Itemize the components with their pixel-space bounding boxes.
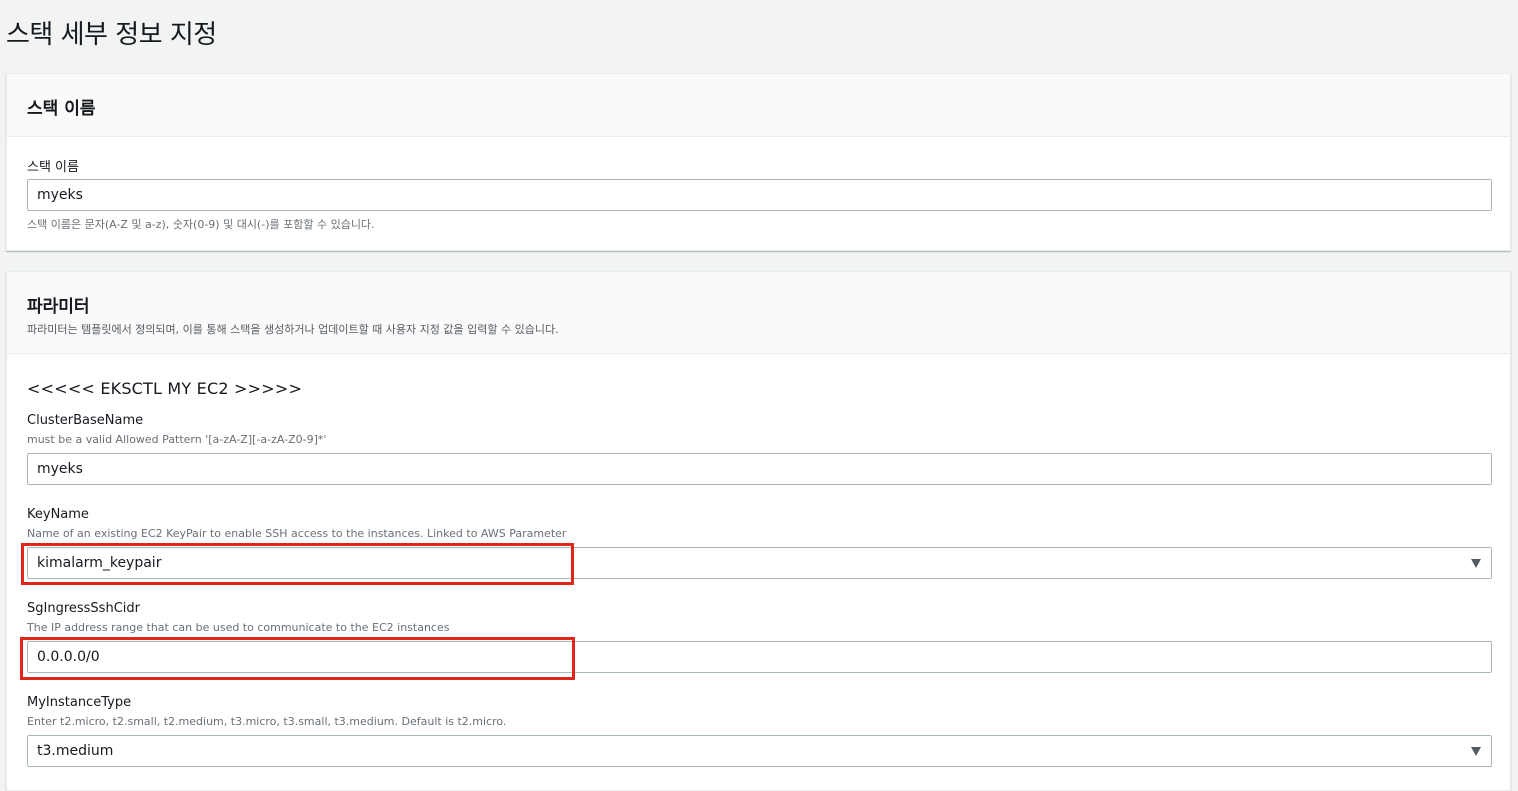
key-name-label: KeyName <box>27 507 89 522</box>
cluster-base-name-label: ClusterBaseName <box>27 413 144 428</box>
instance-type-value: t3.medium <box>37 743 114 759</box>
cluster-base-name-hint: must be a valid Allowed Pattern '[a-zA-Z… <box>27 433 327 446</box>
stack-name-label: 스택 이름 <box>27 160 79 175</box>
stack-name-input[interactable]: myeks <box>27 179 1492 211</box>
stack-name-panel: 스택 이름 스택 이름 myeks 스택 이름은 문자(A-Z 및 a-z), … <box>6 73 1511 251</box>
instance-type-select[interactable]: t3.medium <box>27 735 1492 767</box>
instance-type-label: MyInstanceType <box>27 695 132 710</box>
stack-name-panel-title: 스택 이름 <box>27 99 96 119</box>
parameter-group-title: <<<<< EKSCTL MY EC2 >>>>> <box>27 379 303 398</box>
parameters-panel-description: 파라미터는 템플릿에서 정의되며, 이를 통해 스택을 생성하거나 업데이트할 … <box>27 323 559 336</box>
sg-ingress-ssh-cidr-label: SgIngressSshCidr <box>27 601 140 616</box>
stack-name-hint: 스택 이름은 문자(A-Z 및 a-z), 숫자(0-9) 및 대시(-)를 포… <box>27 218 375 231</box>
key-name-hint: Name of an existing EC2 KeyPair to enabl… <box>27 527 567 540</box>
caret-down-icon <box>1471 559 1481 568</box>
key-name-highlight-box <box>21 543 574 585</box>
parameters-panel-title: 파라미터 <box>27 297 90 317</box>
sg-ingress-ssh-cidr-hint: The IP address range that can be used to… <box>27 621 450 634</box>
parameters-panel: 파라미터 파라미터는 템플릿에서 정의되며, 이를 통해 스택을 생성하거나 업… <box>6 271 1511 791</box>
cluster-base-name-input[interactable]: myeks <box>27 453 1492 485</box>
page-title: 스택 세부 정보 지정 <box>6 20 217 50</box>
instance-type-hint: Enter t2.micro, t2.small, t2.medium, t3.… <box>27 715 507 728</box>
stack-name-panel-header: 스택 이름 <box>7 74 1510 137</box>
caret-down-icon <box>1471 747 1481 756</box>
sg-ingress-highlight-box <box>20 637 575 680</box>
parameters-panel-header: 파라미터 파라미터는 템플릿에서 정의되며, 이를 통해 스택을 생성하거나 업… <box>7 272 1510 354</box>
